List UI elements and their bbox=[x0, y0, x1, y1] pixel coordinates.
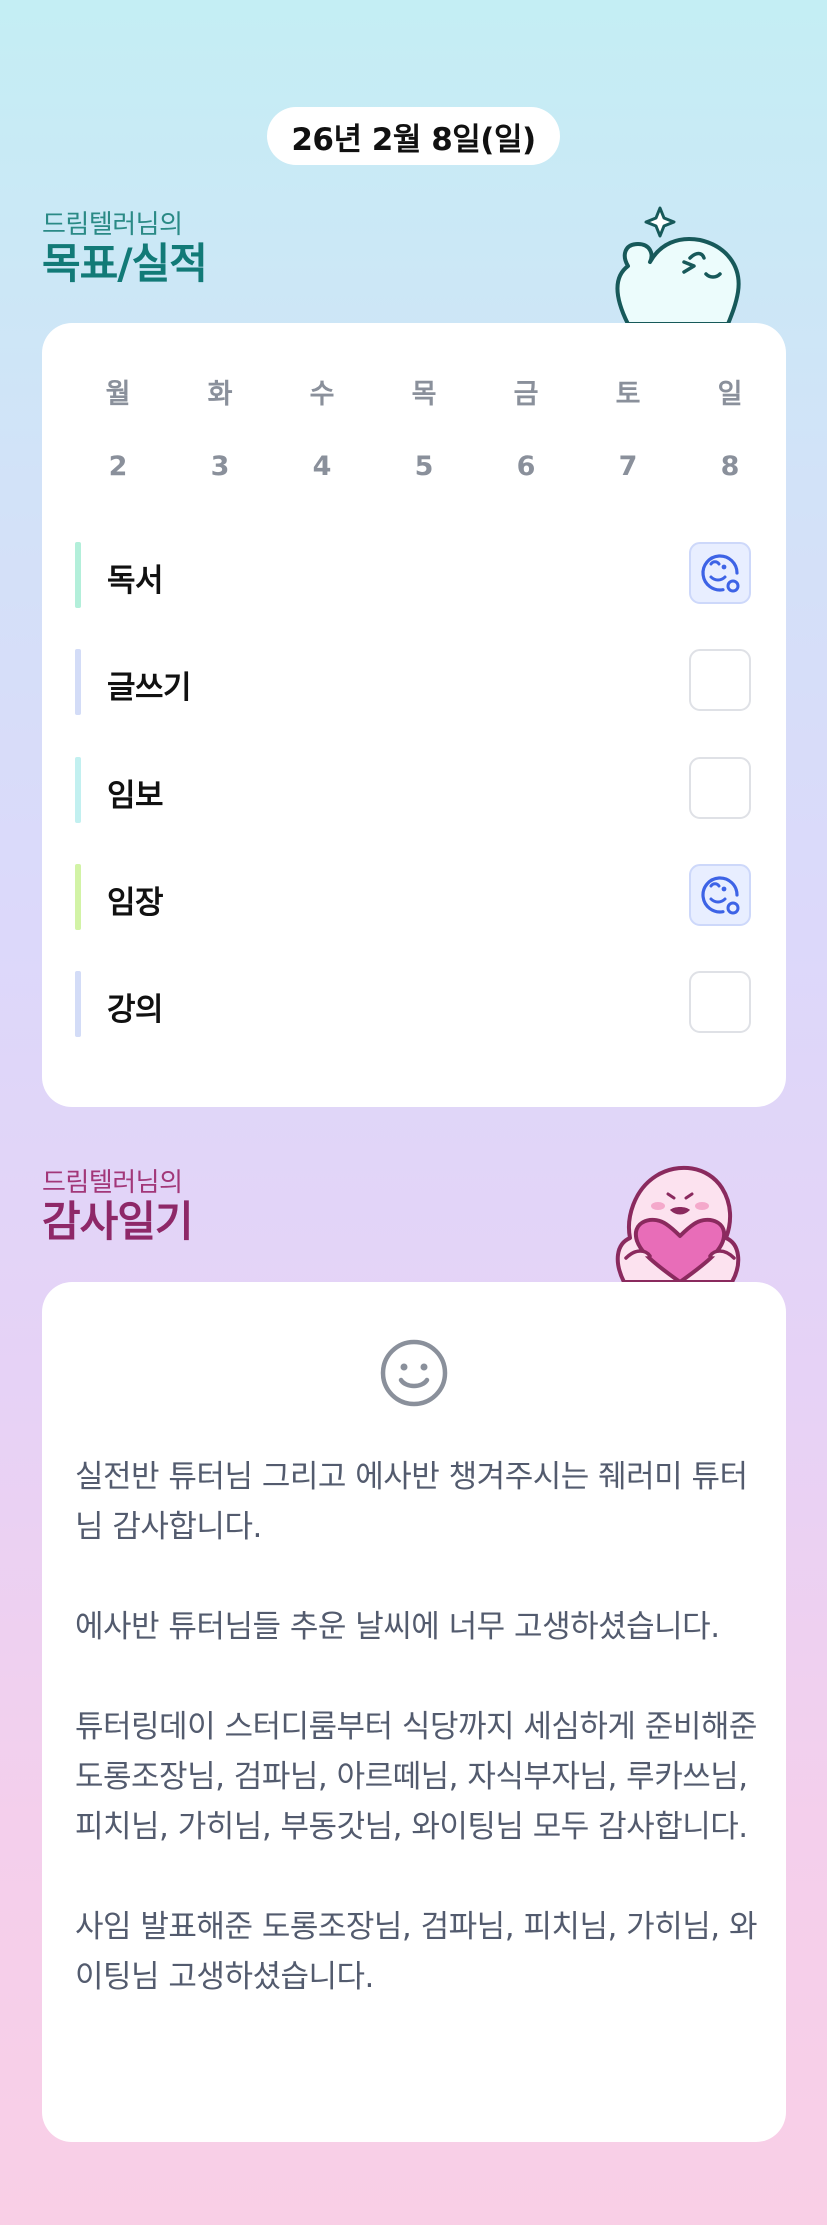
smiley-check-icon bbox=[701, 876, 740, 915]
goal-row-reading: 독서 bbox=[75, 542, 755, 608]
thanks-section-heading: 드림텔러님의 감사일기 bbox=[42, 1168, 194, 1246]
date-cell[interactable]: 3 bbox=[169, 447, 271, 487]
thinking-mascot-icon bbox=[615, 206, 741, 324]
weekday-label: 토 bbox=[615, 379, 641, 410]
goal-row-imbo: 임보 bbox=[75, 757, 755, 823]
goal-row-lecture: 강의 bbox=[75, 971, 755, 1037]
goal-checkbox[interactable] bbox=[689, 971, 751, 1033]
goal-checkbox[interactable] bbox=[689, 864, 751, 926]
goals-card: 월 화 수 목 금 토 일 2 3 4 5 6 7 8 독서 글쓰기 임보 임장… bbox=[42, 323, 786, 1107]
date-label: 26년 2월 8일(일) bbox=[291, 121, 536, 158]
date-cell[interactable]: 6 bbox=[475, 447, 577, 487]
gratitude-diary-text: 실전반 튜터님 그리고 에사반 챙겨주시는 줴러미 튜터님 감사합니다. 에사반… bbox=[75, 1452, 765, 2002]
goal-name: 임장 bbox=[107, 885, 164, 921]
diary-paragraph: 에사반 튜터님들 추운 날씨에 너무 고생하셨습니다. bbox=[75, 1609, 720, 1645]
goal-name: 강의 bbox=[107, 992, 164, 1028]
goal-checkbox[interactable] bbox=[689, 649, 751, 711]
diary-paragraph: 사임 발표해준 도롱조장님, 검파님, 피치님, 가히님, 와이팅님 고생하셨습… bbox=[75, 1909, 757, 1995]
heart-mascot-icon bbox=[615, 1165, 741, 1282]
goals-title: 목표/실적 bbox=[42, 239, 208, 288]
goal-color-bar bbox=[75, 649, 81, 715]
diary-paragraph: 실전반 튜터님 그리고 에사반 챙겨주시는 줴러미 튜터님 감사합니다. bbox=[75, 1459, 748, 1545]
weekday-label: 목 bbox=[411, 379, 437, 410]
date-cell[interactable]: 2 bbox=[67, 447, 169, 487]
date-pill[interactable]: 26년 2월 8일(일) bbox=[267, 107, 560, 165]
goal-name: 임보 bbox=[107, 778, 164, 814]
goals-section-heading: 드림텔러님의 목표/실적 bbox=[42, 210, 208, 288]
smiley-check-icon bbox=[701, 554, 740, 593]
goal-checkbox[interactable] bbox=[689, 542, 751, 604]
thanks-card: 실전반 튜터님 그리고 에사반 챙겨주시는 줴러미 튜터님 감사합니다. 에사반… bbox=[42, 1282, 786, 2142]
goal-row-imjang: 임장 bbox=[75, 864, 755, 930]
week-header: 월 화 수 목 금 토 일 2 3 4 5 6 7 8 bbox=[67, 375, 781, 487]
diary-paragraph: 튜터링데이 스터디룸부터 식당까지 세심하게 준비해준 도롱조장님, 검파님, … bbox=[75, 1709, 757, 1845]
weekday-label: 일 bbox=[717, 379, 743, 410]
goal-row-writing: 글쓰기 bbox=[75, 649, 755, 715]
goal-color-bar bbox=[75, 757, 81, 823]
weekday-label: 화 bbox=[207, 379, 233, 410]
goal-color-bar bbox=[75, 971, 81, 1037]
weekday-label: 월 bbox=[105, 379, 131, 410]
weekday-label: 수 bbox=[309, 379, 335, 410]
date-cell[interactable]: 8 bbox=[679, 447, 781, 487]
date-cell[interactable]: 4 bbox=[271, 447, 373, 487]
thanks-title: 감사일기 bbox=[42, 1197, 194, 1246]
goal-name: 글쓰기 bbox=[107, 670, 192, 706]
thanks-subtitle: 드림텔러님의 bbox=[42, 1168, 183, 1198]
date-cell[interactable]: 7 bbox=[577, 447, 679, 487]
goal-name: 독서 bbox=[107, 563, 164, 599]
goals-subtitle: 드림텔러님의 bbox=[42, 210, 183, 240]
date-cell[interactable]: 5 bbox=[373, 447, 475, 487]
goal-color-bar bbox=[75, 542, 81, 608]
goal-color-bar bbox=[75, 864, 81, 930]
smiley-face-icon[interactable] bbox=[379, 1338, 449, 1408]
goal-checkbox[interactable] bbox=[689, 757, 751, 819]
weekday-label: 금 bbox=[513, 379, 539, 410]
